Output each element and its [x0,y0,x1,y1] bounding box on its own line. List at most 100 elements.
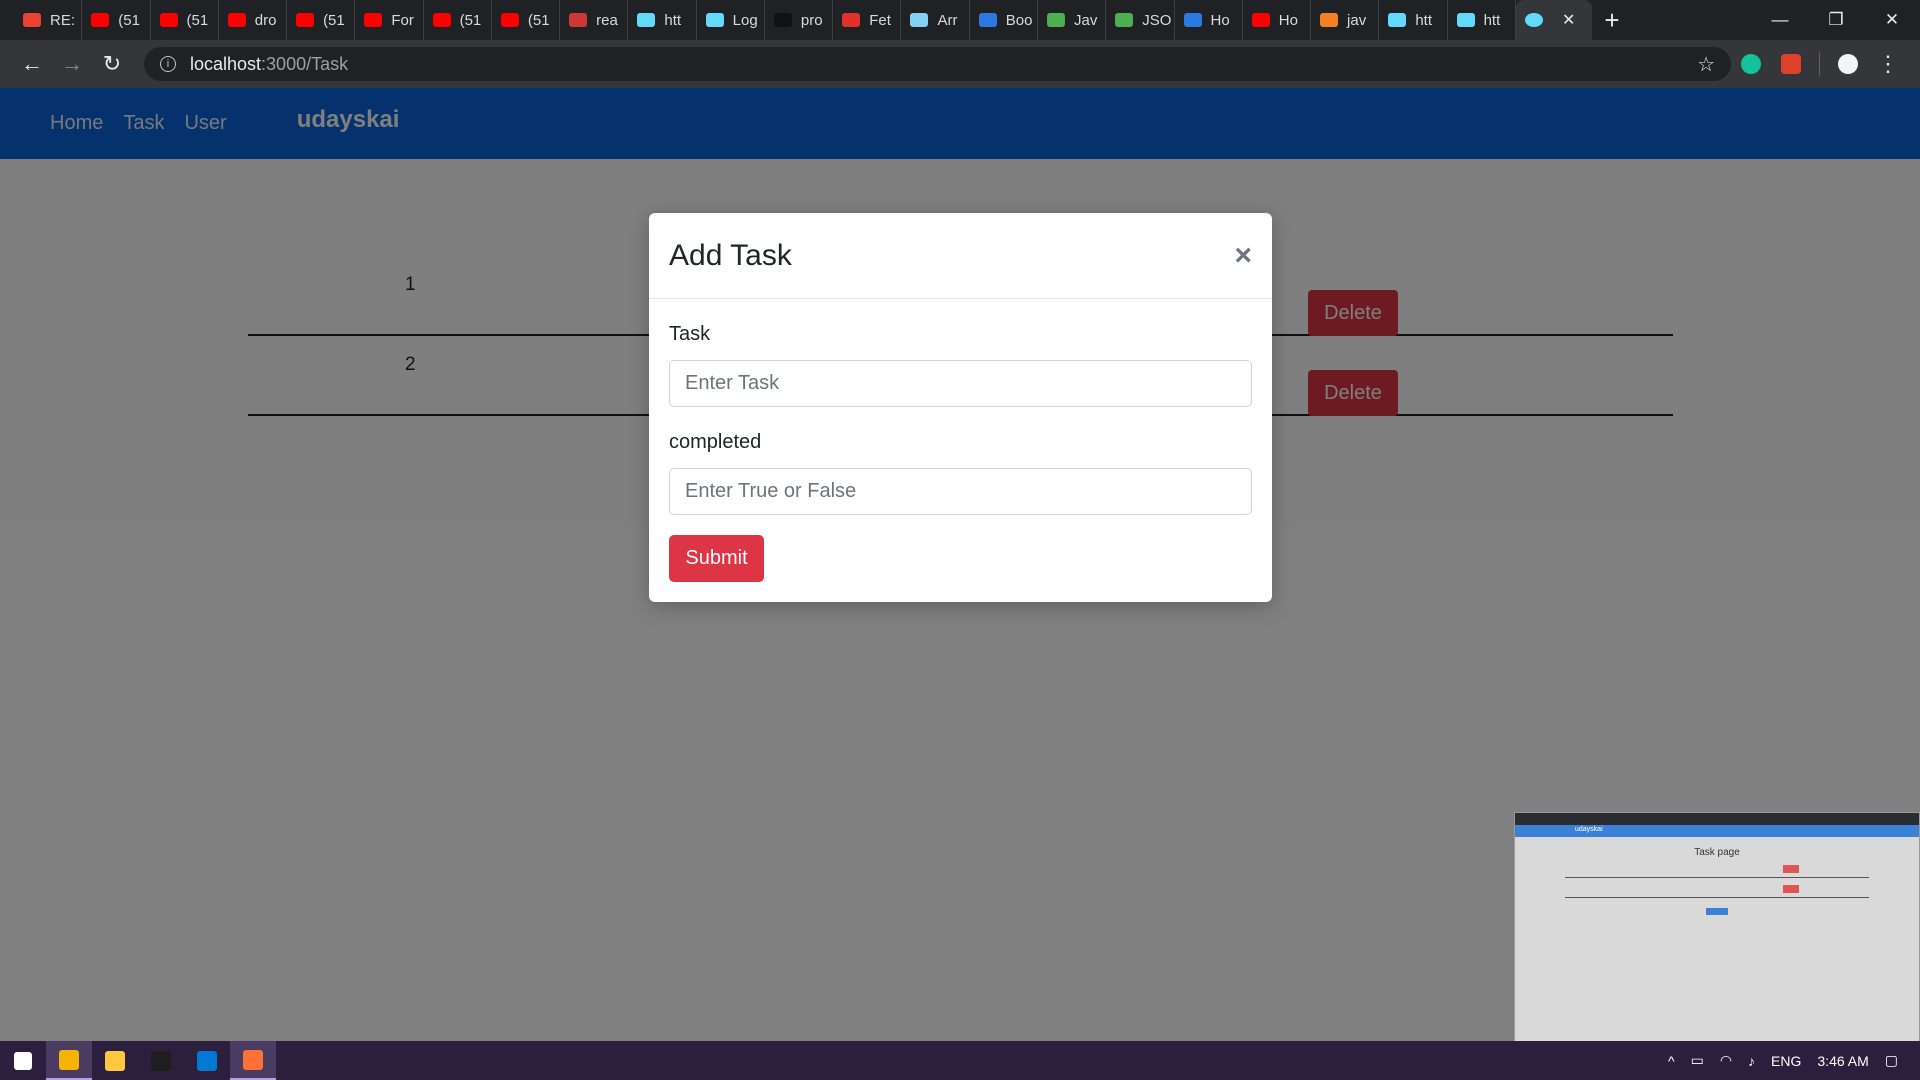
wifi-icon[interactable]: ◠ [1720,1052,1732,1069]
browser-tab[interactable]: (51 [82,0,151,40]
forward-button[interactable]: → [52,44,92,84]
info-icon[interactable]: i [160,56,176,72]
youtube-icon [500,13,519,27]
tab-label: (51 [459,11,482,29]
browser-tab[interactable]: Log [697,0,765,40]
tab-label: pro [800,11,823,29]
menu-kebab-icon[interactable]: ⋮ [1868,44,1908,84]
clock[interactable]: 3:46 AM [1817,1053,1868,1069]
browser-tab[interactable]: dro [219,0,288,40]
youtube-icon [91,13,110,27]
system-tray: ^ ▭ ◠ ♪ ENG 3:46 AM ▢ [1668,1052,1920,1069]
browser-tab[interactable]: htt [1379,0,1448,40]
browser-tab[interactable]: jav [1311,0,1380,40]
extension-icon[interactable] [1771,44,1811,84]
fetch-icon [842,13,861,27]
edureka-icon [1183,13,1202,27]
restore-button[interactable]: ❐ [1808,0,1864,40]
react-icon [705,13,724,27]
terminal-icon[interactable] [138,1041,184,1080]
browser-tab[interactable]: Boo [970,0,1038,40]
start-button[interactable] [0,1041,46,1080]
stackoverflow-icon [1320,13,1339,27]
youtube-icon [296,13,315,27]
browser-tab[interactable]: Ho [1243,0,1312,40]
browser-tab[interactable]: (51 [424,0,492,40]
browser-tab[interactable]: Ho [1175,0,1243,40]
youtube-icon [1251,13,1270,27]
browser-tab[interactable]: RE: [14,0,83,40]
tab-label: Jav [1073,11,1098,29]
thumbnail-chrome [1515,813,1919,825]
grammarly-extension-icon[interactable] [1731,44,1771,84]
browser-tab[interactable]: Jav [1038,0,1107,40]
tab-list: RE: (51 (51 dro (51 For (51 (51 rea htt Log pro Fet A… [0,0,1516,40]
submit-button[interactable]: Submit [669,535,764,582]
task-input[interactable] [669,360,1252,407]
tab-label: Log [732,11,758,29]
vscode-icon[interactable] [184,1041,230,1080]
react-icon [1525,13,1543,27]
bootstrap-icon [637,13,656,27]
browser-tab[interactable]: Arr [901,0,970,40]
back-button[interactable]: ← [12,44,52,84]
chrome-icon[interactable] [46,1041,92,1080]
w3schools-icon [1115,13,1134,27]
browser-tab[interactable]: htt [1448,0,1516,40]
modal-header: Add Task × [649,213,1272,299]
browser-tab[interactable]: htt [628,0,697,40]
battery-icon[interactable]: ▭ [1691,1052,1704,1069]
file-explorer-icon[interactable] [92,1041,138,1080]
thumbnail-button [1706,908,1728,915]
tab-label: jav [1347,11,1367,29]
reload-button[interactable]: ↻ [92,44,132,84]
bookmark-star-icon[interactable]: ☆ [1697,52,1715,77]
completed-input[interactable] [669,468,1252,515]
close-tab-icon[interactable]: ✕ [1562,10,1575,30]
browser-tab[interactable]: pro [765,0,834,40]
browser-tab[interactable]: JSO [1106,0,1175,40]
tab-label: htt [1483,11,1501,29]
thumbnail-brand: udayskai [1575,826,1603,833]
browser-tab[interactable]: (51 [492,0,561,40]
tab-label: Arr [937,11,958,29]
volume-icon[interactable]: ♪ [1748,1053,1755,1069]
minimize-button[interactable]: — [1752,0,1808,40]
tab-label: (51 [118,11,140,29]
chevron-up-icon[interactable]: ^ [1668,1053,1675,1069]
notifications-icon[interactable]: ▢ [1885,1052,1898,1069]
close-icon[interactable]: × [1234,239,1252,273]
gmail-icon [23,13,41,27]
thumbnail-title: Task page [1694,847,1740,858]
tab-active[interactable]: ✕ [1516,0,1592,40]
browser-tab-strip: RE: (51 (51 dro (51 For (51 (51 rea htt Log pro Fet A… [0,0,1920,40]
w3schools-icon [1046,13,1065,27]
screenshot-thumbnail[interactable]: udayskai Task page [1514,812,1920,1042]
tab-label: dro [254,11,277,29]
youtube-icon [159,13,178,27]
url-path: :3000/Task [261,53,349,74]
tab-label: Fet [869,11,891,29]
mdn-icon [910,13,929,27]
tab-label: Ho [1210,11,1230,29]
tab-label: (51 [527,11,550,29]
browser-tab[interactable]: For [355,0,424,40]
address-bar[interactable]: i localhost:3000/Task ☆ [144,47,1731,81]
tab-label: JSO [1142,11,1172,29]
bootstrap-icon [1456,13,1475,27]
browser-tab[interactable]: (51 [151,0,219,40]
browser-tab[interactable]: rea [560,0,629,40]
new-tab-button[interactable]: + [1592,0,1632,40]
firefox-icon[interactable] [230,1041,276,1080]
toolbar-divider [1819,52,1820,76]
browser-tab[interactable]: Fet [833,0,902,40]
language-indicator[interactable]: ENG [1771,1053,1801,1069]
url-host: localhost [190,53,262,74]
close-window-button[interactable]: ✕ [1864,0,1920,40]
tab-label: htt [664,11,682,29]
tab-label: htt [1415,11,1432,29]
thumbnail-row [1565,862,1869,878]
modal-title: Add Task [669,238,792,272]
browser-tab[interactable]: (51 [287,0,356,40]
profile-avatar-icon[interactable] [1828,44,1868,84]
